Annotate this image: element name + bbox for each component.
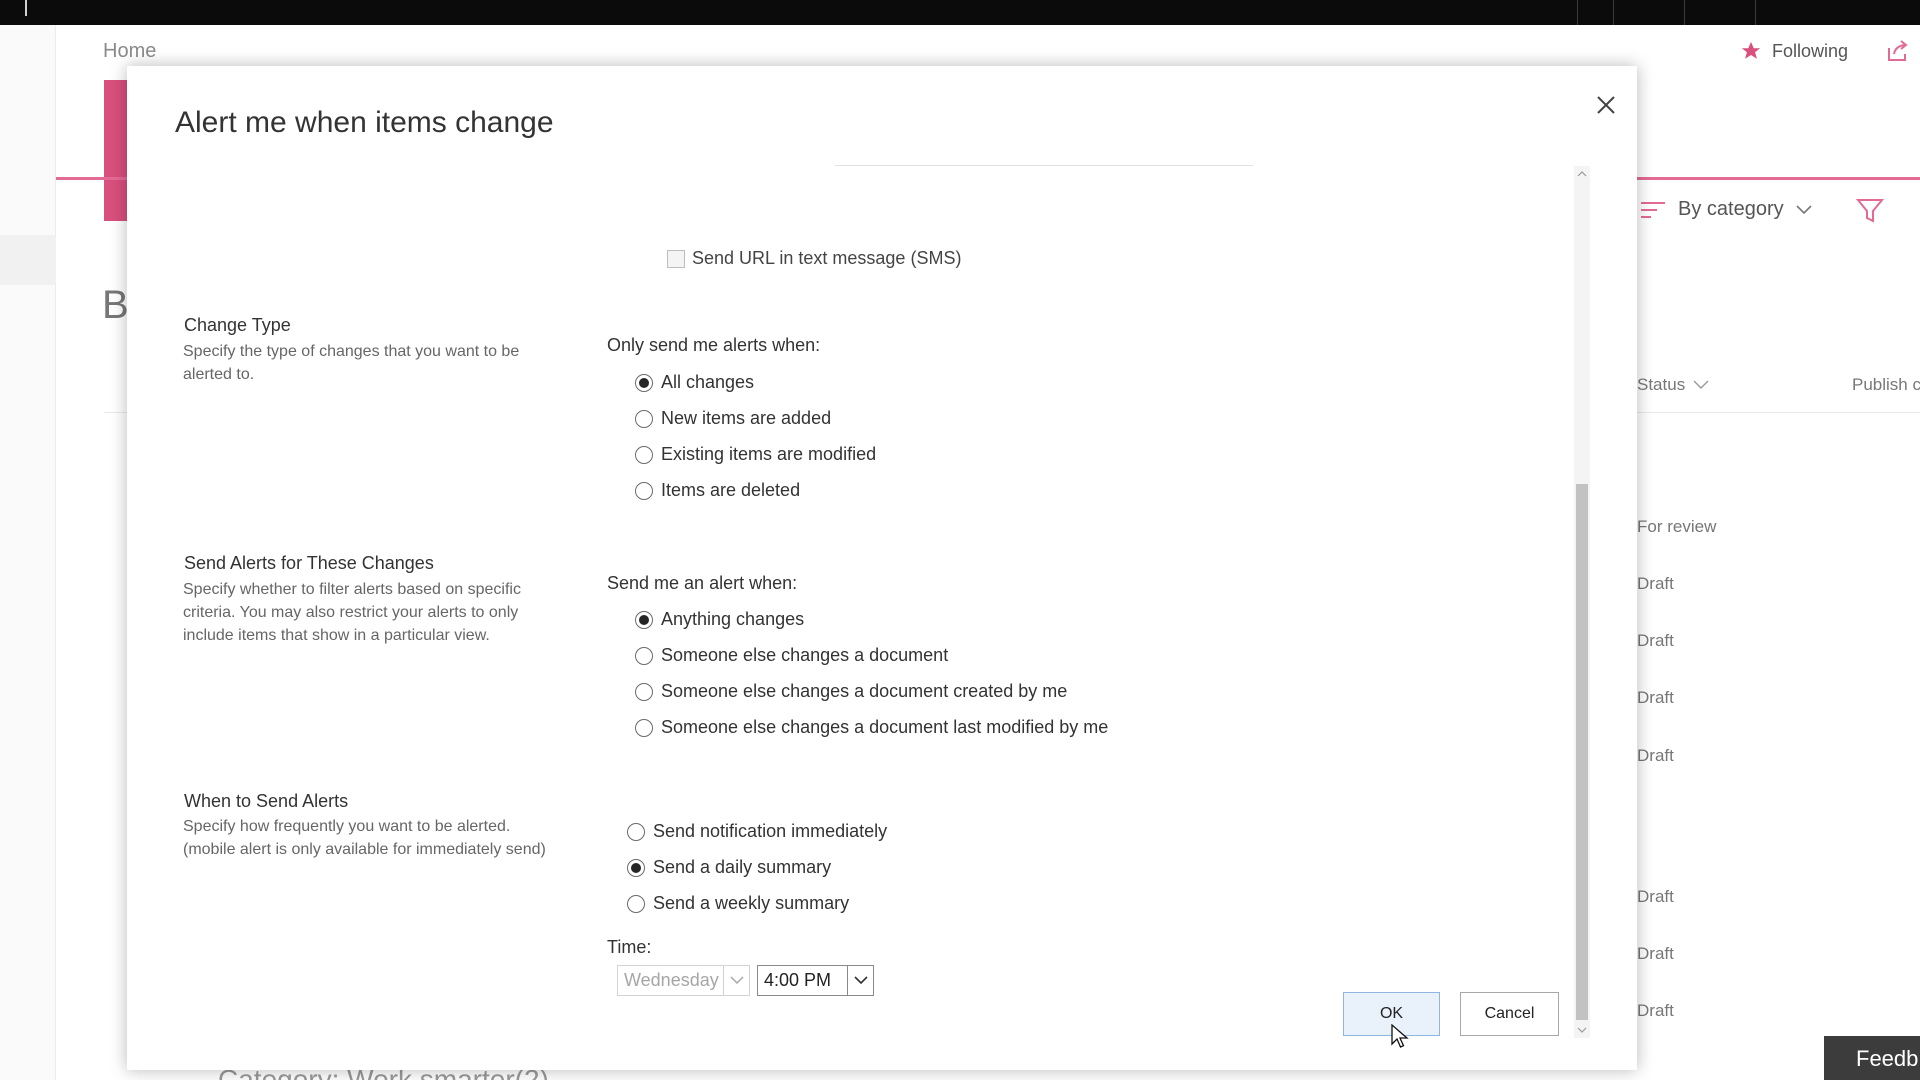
send-alerts-option[interactable]: Someone else changes a document created … [635,681,1067,702]
scroll-down-arrow[interactable] [1574,1022,1590,1038]
share-icon[interactable] [1885,38,1911,64]
list-item-status: Draft [1637,887,1674,906]
suite-bar-divider [1684,0,1685,25]
column-header-publish[interactable]: Publish c [1852,375,1920,395]
dialog-body: Send URL in text message (SMS) Change Ty… [127,164,1577,1064]
frequency-option-label: Send a daily summary [653,857,832,877]
send-alerts-radio[interactable] [635,646,653,665]
time-label: Time: [607,937,652,957]
list-item-status: Draft [1637,688,1674,707]
send-alerts-radio[interactable] [635,682,653,701]
cancel-button[interactable]: Cancel [1460,992,1559,1036]
change-type-radio[interactable] [635,409,653,428]
page-heading-fragment: B [102,283,129,327]
chevron-down-icon [1693,380,1709,389]
chevron-down-icon [723,966,749,995]
send-alerts-radio[interactable] [635,610,653,629]
view-selector-label: By category [1678,198,1784,220]
send-alerts-option[interactable]: Anything changes [635,609,804,630]
frequency-radio[interactable] [627,858,645,877]
mouse-cursor-icon [1391,1024,1409,1048]
dialog-title: Alert me when items change [175,106,554,139]
column-header-status-label: Status [1637,375,1686,394]
scroll-up-arrow[interactable] [1574,166,1590,182]
section-divider [835,165,1253,166]
change-type-option[interactable]: All changes [635,372,754,393]
view-selector[interactable]: By category [1640,198,1812,221]
feedback-button[interactable]: Feedb [1824,1036,1920,1080]
list-item-status: Draft [1637,574,1674,593]
sms-checkbox[interactable] [667,249,685,268]
alert-dialog: Alert me when items change Send URL in t… [127,66,1637,1070]
time-select-value: 4:00 PM [764,970,832,990]
change-type-prompt: Only send me alerts when: [607,335,821,355]
list-item-status: Draft [1637,944,1674,963]
filter-icon[interactable] [1856,198,1884,224]
left-rail-selected [0,235,56,285]
frequency-option[interactable]: Send a daily summary [627,857,831,878]
when-to-send-description: Specify how frequently you want to be al… [183,818,546,858]
send-alerts-description: Specify whether to filter alerts based o… [183,581,521,644]
site-logo-tile [104,80,128,221]
send-alerts-prompt: Send me an alert when: [607,573,798,593]
frequency-radio[interactable] [627,894,645,913]
send-alerts-option[interactable]: Someone else changes a document [635,645,948,666]
send-alerts-option-label: Someone else changes a document [661,645,949,665]
change-type-option[interactable]: Existing items are modified [635,444,876,465]
change-type-option-label: Items are deleted [661,480,801,500]
suite-bar-tick [25,0,27,16]
scrollbar-thumb[interactable] [1576,484,1588,1020]
day-select[interactable]: Wednesday [617,965,750,996]
suite-bar-divider [1577,0,1578,25]
send-alerts-option[interactable]: Someone else changes a document last mod… [635,717,1108,738]
frequency-option[interactable]: Send a weekly summary [627,893,849,914]
frequency-option-label: Send notification immediately [653,821,888,841]
send-alerts-option-label: Someone else changes a document created … [661,681,1068,701]
frequency-radio[interactable] [627,822,645,841]
change-type-radio[interactable] [635,373,653,392]
list-item-status: Draft [1637,1001,1674,1020]
change-type-radio[interactable] [635,481,653,500]
send-alerts-radio[interactable] [635,718,653,737]
suite-bar-divider [1613,0,1614,25]
change-type-title: Change Type [184,315,291,335]
suite-bar-divider [1755,0,1756,25]
frequency-option[interactable]: Send notification immediately [627,821,887,842]
send-alerts-option-label: Anything changes [661,609,805,629]
left-rail [0,25,56,1080]
list-item-status: For review [1637,517,1717,536]
list-item-status: Draft [1637,631,1674,650]
time-select[interactable]: 4:00 PM [757,965,874,996]
change-type-radio[interactable] [635,445,653,464]
change-type-option-label: New items are added [661,408,832,428]
sms-option[interactable]: Send URL in text message (SMS) [667,248,961,269]
frequency-option-label: Send a weekly summary [653,893,850,913]
send-alerts-option-label: Someone else changes a document last mod… [661,717,1109,737]
following-button[interactable]: Following [1740,40,1848,62]
send-alerts-title: Send Alerts for These Changes [184,553,434,573]
chevron-down-icon [1796,204,1812,214]
following-label: Following [1772,40,1849,61]
column-header-status[interactable]: Status [1637,375,1709,395]
dialog-scrollbar[interactable] [1574,166,1590,1038]
star-icon [1741,41,1761,59]
change-type-option[interactable]: Items are deleted [635,480,800,501]
when-to-send-title: When to Send Alerts [184,791,349,811]
change-type-option-label: Existing items are modified [661,444,877,464]
nav-home-link[interactable]: Home [103,40,156,63]
sms-label: Send URL in text message (SMS) [692,248,962,268]
sort-lines-icon [1641,201,1665,218]
chevron-down-icon [847,966,873,995]
day-select-value: Wednesday [624,970,719,990]
list-item-status: Draft [1637,746,1674,765]
change-type-option-label: All changes [661,372,755,392]
change-type-description: Specify the type of changes that you wan… [183,343,520,383]
change-type-option[interactable]: New items are added [635,408,831,429]
close-icon[interactable] [1589,88,1623,122]
suite-bar [0,0,1920,25]
